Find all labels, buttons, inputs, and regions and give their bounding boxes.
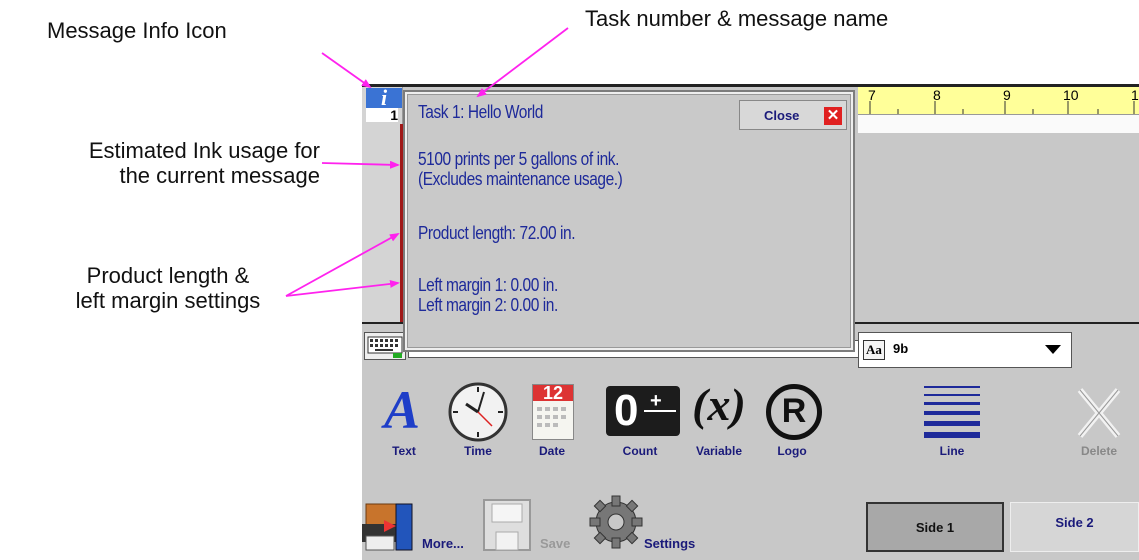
close-button[interactable]: Close ✕ xyxy=(739,100,847,130)
ruler-label-9: 9 xyxy=(1003,87,1011,103)
callout-ink-usage: Estimated Ink usage for the current mess… xyxy=(10,138,320,188)
close-label: Close xyxy=(764,108,800,123)
side1-label: Side 1 xyxy=(915,520,955,535)
count-tool-button[interactable]: 0 + Count xyxy=(600,382,680,462)
screen-top-border xyxy=(362,84,1139,87)
variable-icon: (x) xyxy=(692,379,746,430)
side1-tab[interactable]: Side 1 xyxy=(866,502,1004,552)
counter-digit: 0 xyxy=(614,386,639,435)
left-margin-2: Left margin 2: 0.00 in. xyxy=(418,295,558,315)
save-button[interactable]: Save xyxy=(480,494,576,556)
callout-message-info-icon: Message Info Icon xyxy=(47,18,227,43)
variable-tool-label: Variable xyxy=(695,444,743,458)
font-select[interactable]: Aa 9b xyxy=(858,332,1072,368)
ruler-label-10: 10 xyxy=(1063,87,1079,103)
date-tool-button[interactable]: 12 Date xyxy=(520,382,584,462)
delete-tool-button[interactable]: Delete xyxy=(1064,382,1134,462)
logo-tool-button[interactable]: R Logo xyxy=(760,382,824,462)
ruler-label-7: 7 xyxy=(868,87,876,103)
counter-icon: 0 + xyxy=(606,386,680,436)
message-info-popup: Task 1: Hello World Close ✕ 5100 prints … xyxy=(403,90,855,352)
calendar-icon: 12 xyxy=(532,383,574,440)
callout-product-line1: Product length & xyxy=(86,263,250,288)
ruler-label-11: 1 xyxy=(1131,87,1139,103)
popup-title: Task 1: Hello World xyxy=(418,102,543,122)
side2-label: Side 2 xyxy=(1055,515,1094,530)
save-label: Save xyxy=(540,536,571,551)
font-icon: Aa xyxy=(863,340,885,360)
keyboard-button[interactable] xyxy=(364,332,406,360)
clock-icon xyxy=(448,382,508,442)
gear-icon xyxy=(589,495,643,549)
delete-tool-label: Delete xyxy=(1080,444,1118,458)
arrow-info-icon xyxy=(321,52,372,89)
delete-icon xyxy=(1077,388,1121,438)
time-tool-label: Time xyxy=(464,444,492,458)
ruler-label-8: 8 xyxy=(933,87,941,103)
text-tool-label: Text xyxy=(392,444,416,458)
ruler-white-strip xyxy=(858,115,1139,133)
ink-usage-line1: 5100 prints per 5 gallons of ink. xyxy=(418,149,619,169)
close-icon: ✕ xyxy=(824,107,842,125)
variable-tool-button[interactable]: (x) Variable xyxy=(680,379,758,462)
more-label: More... xyxy=(422,536,464,551)
more-icon xyxy=(362,503,413,551)
ruler-ticks xyxy=(869,101,1135,114)
time-tool-button[interactable]: Time xyxy=(446,382,510,462)
side2-tab[interactable]: Side 2 xyxy=(1010,502,1139,552)
callout-task-name: Task number & message name xyxy=(585,6,889,31)
line-tool-button[interactable]: Line xyxy=(918,382,986,462)
settings-label: Settings xyxy=(644,536,696,551)
info-button[interactable]: i 1 xyxy=(366,87,402,122)
save-icon xyxy=(483,499,531,551)
font-select-value: 9b xyxy=(893,341,909,356)
logo-tool-label: Logo xyxy=(777,444,807,458)
registered-icon: R xyxy=(766,384,822,440)
date-tool-label: Date xyxy=(538,444,565,458)
left-margin-1: Left margin 1: 0.00 in. xyxy=(418,275,558,295)
callout-ink-line2: the current message xyxy=(119,163,320,188)
line-tool-label: Line xyxy=(939,444,965,458)
text-tool-button[interactable]: A Text xyxy=(372,382,436,462)
text-icon: A xyxy=(384,380,421,440)
registered-letter: R xyxy=(781,392,807,430)
lines-icon xyxy=(924,386,980,438)
calendar-day: 12 xyxy=(542,383,564,403)
canvas-right-border xyxy=(858,322,1139,324)
product-length: Product length: 72.00 in. xyxy=(418,223,576,243)
chevron-down-icon xyxy=(1045,345,1061,354)
keyboard-icon xyxy=(367,336,403,358)
ruler: 7 8 9 10 1 xyxy=(858,87,1139,115)
callout-product-line2: left margin settings xyxy=(75,288,261,313)
more-button[interactable]: More... xyxy=(362,494,474,556)
info-icon: i xyxy=(366,87,402,109)
task-number: 1 xyxy=(366,108,398,122)
count-tool-label: Count xyxy=(622,444,658,458)
callout-product-length: Product length & left margin settings xyxy=(36,263,300,313)
settings-button[interactable]: Settings xyxy=(588,494,718,556)
callout-ink-line1: Estimated Ink usage for xyxy=(88,138,320,163)
ink-usage-line2: (Excludes maintenance usage.) xyxy=(418,169,623,189)
